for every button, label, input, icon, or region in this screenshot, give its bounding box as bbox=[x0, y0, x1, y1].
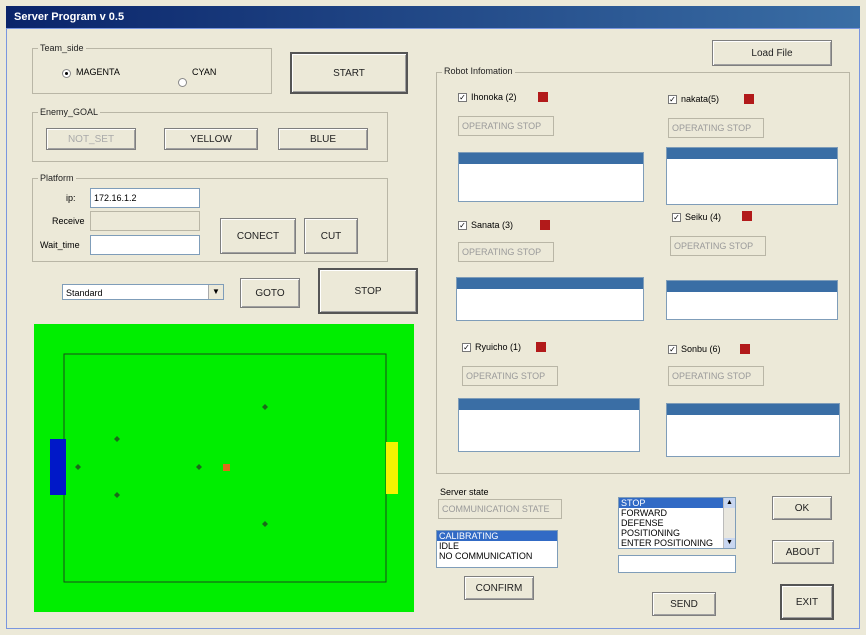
team-side-legend: Team_side bbox=[38, 43, 86, 53]
server-state-list[interactable]: CALIBRATING IDLE NO COMMUNICATION bbox=[436, 530, 558, 568]
wait-time-input[interactable] bbox=[90, 235, 200, 255]
list-item[interactable]: DEFENSE bbox=[619, 518, 724, 528]
list-item[interactable]: POSITIONING bbox=[619, 528, 724, 538]
robot-name: Ryuicho (1) bbox=[475, 342, 522, 352]
blue-goal-button[interactable]: BLUE bbox=[278, 128, 368, 150]
server-state-label: Server state bbox=[440, 487, 489, 497]
robot-status-indicator bbox=[742, 211, 752, 221]
robot-checkbox[interactable]: ✓ bbox=[672, 213, 681, 222]
send-button[interactable]: SEND bbox=[652, 592, 716, 616]
list-selection bbox=[459, 399, 639, 410]
robot-name: Sanata (3) bbox=[471, 220, 514, 230]
robot-log-list[interactable] bbox=[666, 147, 838, 205]
scrollbar[interactable]: ▲ ▼ bbox=[723, 498, 735, 548]
scroll-up-icon[interactable]: ▲ bbox=[724, 498, 735, 508]
command-list[interactable]: STOP FORWARD DEFENSE POSITIONING ENTER P… bbox=[618, 497, 736, 549]
robot-checkbox[interactable]: ✓ bbox=[462, 343, 471, 352]
cyan-label: CYAN bbox=[192, 67, 217, 77]
list-selection bbox=[459, 153, 643, 164]
exit-button[interactable]: EXIT bbox=[780, 584, 834, 620]
robot-name: Seiku (4) bbox=[685, 212, 722, 222]
list-item[interactable]: NO COMMUNICATION bbox=[437, 551, 557, 561]
confirm-button[interactable]: CONFIRM bbox=[464, 576, 534, 600]
robot-status-field: OPERATING STOP bbox=[670, 236, 766, 256]
list-item[interactable]: ENTER POSITIONING bbox=[619, 538, 724, 548]
robot-log-list[interactable] bbox=[458, 152, 644, 202]
robot-status-field: OPERATING STOP bbox=[458, 242, 554, 262]
mode-select[interactable]: Standard ▼ bbox=[62, 284, 224, 300]
robot-checkbox[interactable]: ✓ bbox=[458, 93, 467, 102]
robot-checkbox[interactable]: ✓ bbox=[668, 95, 677, 104]
wait-time-label: Wait_time bbox=[40, 240, 80, 250]
list-selection bbox=[667, 148, 837, 159]
robot-status-indicator bbox=[540, 220, 550, 230]
robot-checkbox[interactable]: ✓ bbox=[458, 221, 467, 230]
server-state-field: COMMUNICATION STATE bbox=[438, 499, 562, 519]
robot-log-list[interactable] bbox=[456, 277, 644, 321]
robot-name: Ihonoka (2) bbox=[471, 92, 517, 102]
ok-button[interactable]: OK bbox=[772, 496, 832, 520]
robot-status-field: OPERATING STOP bbox=[462, 366, 558, 386]
robot-status-indicator bbox=[744, 94, 754, 104]
robot-status-indicator bbox=[740, 344, 750, 354]
mode-select-value: Standard bbox=[66, 288, 103, 298]
list-item[interactable]: IDLE bbox=[437, 541, 557, 551]
cyan-radio[interactable] bbox=[178, 78, 187, 87]
robot-checkbox[interactable]: ✓ bbox=[668, 345, 677, 354]
robot-status-indicator bbox=[538, 92, 548, 102]
magenta-label: MAGENTA bbox=[76, 67, 120, 77]
platform-legend: Platform bbox=[38, 173, 76, 183]
cut-button[interactable]: CUT bbox=[304, 218, 358, 254]
list-item[interactable]: STOP bbox=[619, 498, 724, 508]
robot-name: nakata(5) bbox=[681, 94, 720, 104]
command-input[interactable] bbox=[618, 555, 736, 573]
robot-status-field: OPERATING STOP bbox=[668, 366, 764, 386]
connect-button[interactable]: CONECT bbox=[220, 218, 296, 254]
robot-status-field: OPERATING STOP bbox=[668, 118, 764, 138]
robot-log-list[interactable] bbox=[458, 398, 640, 452]
right-goal bbox=[386, 442, 398, 494]
soccer-field[interactable] bbox=[34, 324, 414, 612]
robot-log-list[interactable] bbox=[666, 280, 838, 320]
robot-info-legend: Robot Infomation bbox=[442, 66, 515, 76]
list-selection bbox=[667, 404, 839, 415]
not-set-button[interactable]: NOT_SET bbox=[46, 128, 136, 150]
list-item[interactable]: CALIBRATING bbox=[437, 531, 557, 541]
ip-input[interactable]: 172.16.1.2 bbox=[90, 188, 200, 208]
left-goal bbox=[50, 439, 66, 495]
ip-label: ip: bbox=[66, 193, 76, 203]
stop-button[interactable]: STOP bbox=[318, 268, 418, 314]
load-file-button[interactable]: Load File bbox=[712, 40, 832, 66]
robot-status-field: OPERATING STOP bbox=[458, 116, 554, 136]
scroll-down-icon[interactable]: ▼ bbox=[724, 538, 735, 548]
receive-field bbox=[90, 211, 200, 231]
robot-log-list[interactable] bbox=[666, 403, 840, 457]
about-button[interactable]: ABOUT bbox=[772, 540, 834, 564]
list-selection bbox=[667, 281, 837, 292]
title-bar: Server Program v 0.5 bbox=[6, 6, 860, 28]
list-selection bbox=[457, 278, 643, 289]
goto-button[interactable]: GOTO bbox=[240, 278, 300, 308]
robot-name: Sonbu (6) bbox=[681, 344, 721, 354]
chevron-down-icon[interactable]: ▼ bbox=[208, 285, 223, 299]
receive-label: Receive bbox=[52, 216, 85, 226]
robot-status-indicator bbox=[536, 342, 546, 352]
magenta-radio[interactable] bbox=[62, 69, 71, 78]
enemy-goal-legend: Enemy_GOAL bbox=[38, 107, 101, 117]
ball bbox=[223, 464, 230, 471]
start-button[interactable]: START bbox=[290, 52, 408, 94]
list-item[interactable]: FORWARD bbox=[619, 508, 724, 518]
yellow-goal-button[interactable]: YELLOW bbox=[164, 128, 258, 150]
